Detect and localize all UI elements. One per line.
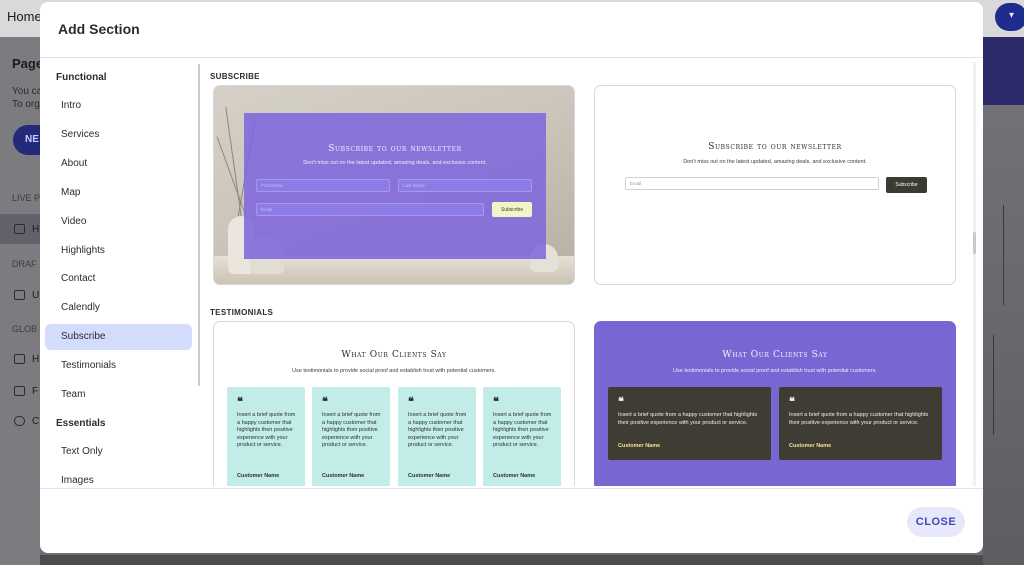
testimonials-subtitle: Use testimonials to provide social proof… <box>673 368 877 374</box>
sidebar-item-images[interactable]: Images <box>45 468 192 486</box>
newsletter-panel: Subscribe to our newsletter Don't miss o… <box>244 113 546 259</box>
newsletter-subtitle: Don't miss out on the latest updated, am… <box>683 159 867 165</box>
sidebar-item-team[interactable]: Team <box>45 382 192 408</box>
testimonial-quote-card: ❝ Insert a brief quote from a happy cust… <box>483 387 561 486</box>
modal-header-divider <box>40 57 983 58</box>
group-heading-essentials: Essentials <box>56 418 106 429</box>
last-name-field: Last Name <box>398 179 532 192</box>
sidebar-item-video[interactable]: Video <box>45 209 192 235</box>
testimonial-quote-card: ❝ Insert a brief quote from a happy cust… <box>608 387 771 460</box>
background-bottom-strip <box>40 555 983 565</box>
global-item-header[interactable]: H <box>32 354 39 365</box>
subscribe-template-image[interactable]: Subscribe to our newsletter Don't miss o… <box>213 85 575 285</box>
quote-icon: ❝ <box>408 395 414 408</box>
close-button[interactable]: CLOSE <box>907 507 965 537</box>
content-scrollbar-track[interactable] <box>973 62 976 486</box>
testimonial-quote-card: ❝ Insert a brief quote from a happy cust… <box>312 387 390 486</box>
global-item-footer[interactable]: F <box>32 386 38 397</box>
quote-icon: ❝ <box>237 395 243 408</box>
breadcrumb-home[interactable]: Home <box>7 9 42 24</box>
subscribe-template-plain[interactable]: Subscribe to our newsletter Don't miss o… <box>594 85 956 285</box>
page-heading: Page <box>12 56 40 71</box>
filter-icon: ▾ <box>1009 10 1015 21</box>
testimonials-subtitle: Use testimonials to provide social proof… <box>292 368 496 374</box>
newsletter-subtitle: Don't miss out on the latest updated, am… <box>303 160 487 166</box>
sidebar-item-about[interactable]: About <box>45 151 192 177</box>
testimonial-quote-card: ❝ Insert a brief quote from a happy cust… <box>779 387 942 460</box>
group-heading-functional: Functional <box>56 72 107 83</box>
quote-icon: ❝ <box>618 395 624 408</box>
testimonials-template-cards[interactable]: What Our Clients Say Use testimonials to… <box>213 321 575 486</box>
home-icon <box>14 224 25 234</box>
section-templates: SUBSCRIBE Subscribe to our newsletter Do… <box>205 62 975 486</box>
background-image-strip <box>983 105 1024 565</box>
email-field: Email <box>625 177 879 190</box>
sidebar-item-intro[interactable]: Intro <box>45 93 192 119</box>
draft-pages-label: DRAF <box>12 259 37 269</box>
globe-icon <box>14 416 25 426</box>
subscribe-button-preview: Subscribe <box>492 202 532 217</box>
modal-footer-divider <box>40 488 983 489</box>
quote-icon: ❝ <box>789 395 795 408</box>
page-icon <box>14 290 25 300</box>
testimonials-title: What Our Clients Say <box>341 350 447 360</box>
subscribe-button-preview: Subscribe <box>886 177 927 193</box>
section-category-list: Functional Intro Services About Map Vide… <box>40 62 198 486</box>
draft-page-item[interactable]: U <box>32 290 39 301</box>
testimonials-title: What Our Clients Say <box>722 350 828 360</box>
sidebar-item-highlights[interactable]: Highlights <box>45 238 192 264</box>
footer-icon <box>14 386 25 396</box>
page-description-line-1: You ca <box>12 86 40 97</box>
testimonial-quote-card: ❝ Insert a brief quote from a happy cust… <box>398 387 476 486</box>
live-pages-label: LIVE P <box>12 193 40 203</box>
sidebar-item-map[interactable]: Map <box>45 180 192 206</box>
filter-button[interactable]: ▾ <box>995 3 1024 31</box>
quote-icon: ❝ <box>493 395 499 408</box>
global-label: GLOB <box>12 324 38 334</box>
category-label-testimonials: TESTIMONIALS <box>210 308 274 317</box>
live-page-item[interactable]: H <box>0 214 40 244</box>
testimonials-template-dark[interactable]: What Our Clients Say Use testimonials to… <box>594 321 956 486</box>
global-item-other[interactable]: C <box>32 416 39 427</box>
header-icon <box>14 354 25 364</box>
sidebar-item-services[interactable]: Services <box>45 122 192 148</box>
add-section-modal: Add Section Functional Intro Services Ab… <box>40 2 983 553</box>
newsletter-title: Subscribe to our newsletter <box>328 144 462 154</box>
sidebar-item-testimonials[interactable]: Testimonials <box>45 353 192 379</box>
background-hero-strip <box>983 37 1024 105</box>
sidebar-item-calendly[interactable]: Calendly <box>45 295 192 321</box>
modal-title: Add Section <box>58 21 140 37</box>
sidebar-item-text-only[interactable]: Text Only <box>45 439 192 465</box>
content-scrollbar-thumb[interactable] <box>973 232 976 254</box>
page-description-line-2: To org <box>12 99 40 110</box>
sidebar-item-contact[interactable]: Contact <box>45 266 192 292</box>
first-name-field: First Name <box>256 179 390 192</box>
sidebar-scrollbar[interactable] <box>198 64 200 386</box>
newsletter-title: Subscribe to our newsletter <box>708 142 842 152</box>
testimonial-quote-card: ❝ Insert a brief quote from a happy cust… <box>227 387 305 486</box>
background-sidebar <box>0 37 40 565</box>
sidebar-item-subscribe[interactable]: Subscribe <box>45 324 192 350</box>
quote-icon: ❝ <box>322 395 328 408</box>
category-label-subscribe: SUBSCRIBE <box>210 72 260 81</box>
email-field: Email <box>256 203 484 216</box>
